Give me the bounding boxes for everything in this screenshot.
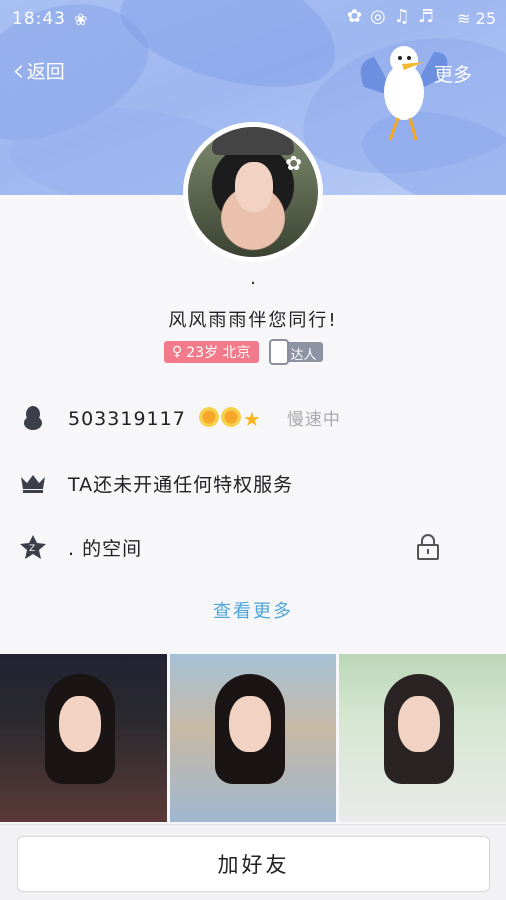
qzone-text: . 的空间 <box>68 537 143 560</box>
gallery-photo-2[interactable] <box>169 654 337 822</box>
photo-figure-face <box>228 696 271 752</box>
back-label: 返回 <box>26 60 65 83</box>
avatar[interactable]: ✿ <box>183 122 323 262</box>
sun-icon <box>220 407 241 428</box>
status-icons: ✿ ◎ ♫ ♬ <box>347 6 434 27</box>
qq-number-line: 503319117 ★ 慢速中 <box>68 405 341 432</box>
svg-text:Z: Z <box>29 544 35 554</box>
battery-indicator: ≋ 25 <box>457 9 496 28</box>
vip-text: TA还未开通任何特权服务 <box>68 473 294 496</box>
battery-level: 25 <box>475 9 496 28</box>
photo-figure-face <box>59 696 101 752</box>
sun-icon <box>198 407 219 428</box>
qq-level-icons: ★ <box>198 407 262 432</box>
qzone-star-icon: Z <box>18 532 48 562</box>
age-location-tag: ♀ 23岁 北京 <box>164 341 259 363</box>
qq-number-row[interactable]: 503319117 ★ 慢速中 <box>0 398 506 438</box>
gallery-photo-3[interactable] <box>339 654 506 822</box>
bottom-action-bar: 加好友 <box>0 824 506 900</box>
wifi-icon: ♬ <box>417 6 434 27</box>
photo-gallery <box>0 654 506 822</box>
add-friend-button[interactable]: 加好友 <box>17 836 490 892</box>
qq-speed-status: 慢速中 <box>286 409 341 430</box>
gallery-photo-1[interactable] <box>0 654 167 822</box>
daren-badge-label: 达人 <box>284 342 323 363</box>
star-icon: ★ <box>242 407 262 432</box>
paw-icon: ❀ <box>74 9 88 29</box>
female-icon: ♀ <box>172 344 183 360</box>
profile-tags: ♀ 23岁 北京 达人 <box>164 339 323 365</box>
status-time: 18:43 <box>12 9 66 29</box>
lock-icon <box>417 534 439 560</box>
phone-icon <box>268 339 289 365</box>
music-icon: ♫ <box>393 6 410 27</box>
profile-signature: 风风雨雨伴您同行! <box>168 310 338 331</box>
qzone-row[interactable]: Z . 的空间 <box>0 527 506 567</box>
daren-badge[interactable]: 达人 <box>268 339 323 365</box>
avatar-cap <box>212 127 294 155</box>
see-more-link[interactable]: 查看更多 <box>0 597 506 623</box>
signal-icon: ◎ <box>370 6 386 27</box>
avatar-face <box>235 162 273 212</box>
chevron-left-icon: ‹ <box>12 51 25 89</box>
back-button[interactable]: ‹ 返回 <box>12 54 65 86</box>
age-location-text: 23岁 北京 <box>186 345 251 361</box>
more-button[interactable]: 更多 <box>434 60 472 87</box>
qq-number: 503319117 <box>68 407 186 430</box>
wings-icon: ≋ <box>457 9 471 28</box>
bird-illustration <box>360 46 448 141</box>
profile-name: . <box>250 268 256 289</box>
crown-icon <box>18 468 48 498</box>
flower-icon: ✿ <box>285 151 302 175</box>
vip-row[interactable]: TA还未开通任何特权服务 <box>0 463 506 503</box>
penguin-icon <box>18 403 48 433</box>
paw-icon: ✿ <box>346 6 362 27</box>
photo-figure-face <box>398 696 441 752</box>
